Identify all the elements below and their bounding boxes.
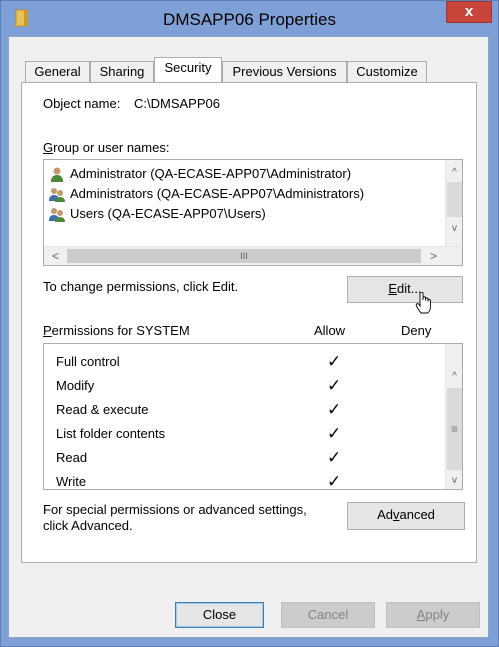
allow-checkmark-icon: ✓ (327, 376, 342, 395)
vertical-scroll-thumb[interactable] (447, 182, 462, 217)
scroll-up-icon[interactable]: ^ (446, 368, 462, 385)
user-list-item[interactable]: Administrator (QA-ECASE-APP07\Administra… (48, 164, 438, 184)
edit-access-key: E (388, 281, 398, 296)
change-permissions-hint: To change permissions, click Edit. (43, 279, 239, 294)
scroll-down-icon[interactable]: v (446, 220, 462, 237)
user-list-horizontal-scrollbar[interactable]: < III > (44, 246, 462, 265)
permission-row-write[interactable]: Write ✓ (56, 470, 456, 490)
permission-row-full-control[interactable]: Full control ✓ (56, 350, 456, 374)
user-list-vertical-scrollbar[interactable]: ^ v (445, 160, 462, 246)
tab-security[interactable]: Security (154, 57, 222, 82)
mouse-pointer-icon (415, 292, 431, 314)
object-name-value: C:\DMSAPP06 (134, 96, 220, 111)
permission-name: Full control (56, 354, 120, 369)
user-name: Administrator (QA-ECASE-APP07\Administra… (70, 166, 352, 181)
allow-column-header: Allow (314, 323, 346, 338)
user-group-icon (49, 188, 65, 202)
permission-name: List folder contents (56, 426, 166, 441)
allow-checkmark-icon: ✓ (327, 352, 342, 371)
permission-name: Read (56, 450, 88, 465)
group-label-text: roup or user names: (53, 140, 170, 155)
allow-checkmark-icon: ✓ (327, 424, 342, 443)
allow-checkmark-icon: ✓ (327, 400, 342, 419)
permission-row-read-execute[interactable]: Read & execute ✓ (56, 398, 456, 422)
deny-column-header: Deny (401, 323, 432, 338)
permissions-vertical-scrollbar[interactable]: ^ ≡ v (445, 344, 462, 489)
user-list-item[interactable]: Administrators (QA-ECASE-APP07\Administr… (48, 184, 438, 204)
permission-name: Modify (56, 378, 95, 393)
tab-previous-versions[interactable]: Previous Versions (222, 61, 347, 82)
tab-customize[interactable]: Customize (347, 61, 427, 82)
permission-name: Read & execute (56, 402, 149, 417)
group-or-user-names-label: Group or user names: (43, 140, 169, 155)
permissions-for-text: ermissions for SYSTEM (51, 323, 190, 338)
tab-sharing[interactable]: Sharing (90, 61, 154, 82)
scroll-right-icon[interactable]: > (430, 249, 437, 263)
user-name: Administrators (QA-ECASE-APP07\Administr… (70, 186, 365, 201)
object-name-label: Object name: (43, 96, 121, 111)
apply-button[interactable]: Apply (386, 602, 480, 628)
user-group-icon (49, 208, 65, 222)
apply-label: pply (425, 607, 450, 622)
scroll-down-icon[interactable]: v (446, 472, 462, 489)
close-button[interactable]: Close (175, 602, 264, 628)
permission-row-list-folder-contents[interactable]: List folder contents ✓ (56, 422, 456, 446)
user-list-item[interactable]: Users (QA-ECASE-APP07\Users) (48, 204, 438, 224)
group-label-access-key: G (43, 140, 54, 155)
title-bar[interactable]: DMSAPP06 Properties x (1, 1, 498, 37)
scroll-up-icon[interactable]: ^ (446, 164, 462, 181)
permissions-for-label: Permissions for SYSTEM (43, 323, 190, 338)
advanced-label-post: anced (399, 507, 435, 522)
allow-checkmark-icon: ✓ (327, 448, 342, 467)
advanced-hint-line-1: For special permissions or advanced sett… (43, 502, 307, 517)
user-list-box[interactable]: Administrator (QA-ECASE-APP07\Administra… (43, 159, 463, 266)
vertical-scroll-thumb[interactable]: ≡ (447, 388, 462, 470)
scroll-left-icon[interactable]: < (52, 249, 59, 263)
tab-general[interactable]: General (25, 61, 90, 82)
allow-checkmark-icon: ✓ (327, 472, 342, 490)
permission-name: Write (56, 474, 87, 489)
edit-button[interactable]: Edit... (347, 276, 463, 303)
cancel-button[interactable]: Cancel (281, 602, 375, 628)
permissions-list-box[interactable]: Full control ✓ Modify ✓ Read & execute ✓… (43, 343, 463, 490)
advanced-label-pre: Ad (377, 507, 393, 522)
window-title: DMSAPP06 Properties (163, 10, 336, 29)
single-user-icon (51, 167, 63, 182)
advanced-button[interactable]: Advanced (347, 502, 465, 530)
advanced-hint-line-2: click Advanced. (43, 518, 133, 533)
permissions-access-key: P (43, 323, 52, 338)
permission-row-modify[interactable]: Modify ✓ (56, 374, 456, 398)
horizontal-scroll-thumb[interactable]: III (67, 249, 421, 263)
close-window-button[interactable]: x (446, 1, 492, 23)
user-name: Users (QA-ECASE-APP07\Users) (70, 206, 266, 221)
permission-row-read[interactable]: Read ✓ (56, 446, 456, 470)
